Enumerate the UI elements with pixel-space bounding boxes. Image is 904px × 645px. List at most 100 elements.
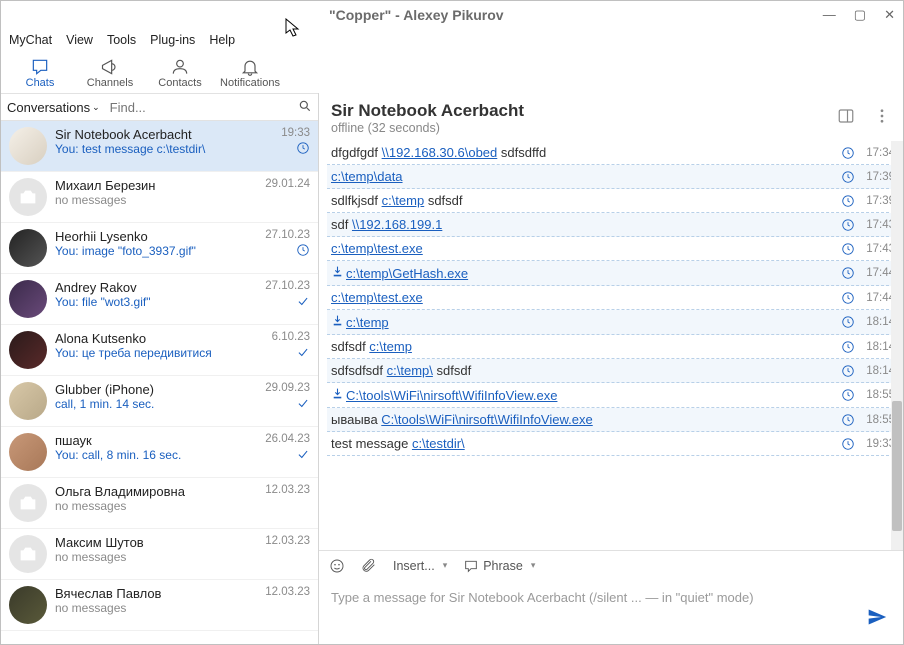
- clock-icon: [841, 388, 855, 402]
- clock-icon: [841, 291, 855, 305]
- check-icon: [296, 447, 310, 466]
- message-area: dfgdfgdf \\192.168.30.6\obed sdfsdffd 17:…: [319, 141, 903, 550]
- maximize-button[interactable]: ▢: [854, 7, 866, 23]
- tab-notifications[interactable]: Notifications: [215, 57, 285, 89]
- message-text-part: sdlfkjsdf: [331, 193, 382, 208]
- menu-help[interactable]: Help: [209, 33, 235, 47]
- message-text: c:\temp\GetHash.exe: [331, 265, 835, 281]
- chat-date: 12.03.23: [265, 535, 310, 547]
- chat-item[interactable]: Максим Шутовno messages12.03.23: [1, 529, 318, 580]
- message-link[interactable]: C:\tools\WiFi\nirsoft\WifiInfoView.exe: [346, 388, 557, 403]
- chat-list: Sir Notebook AcerbachtYou: test message …: [1, 121, 318, 644]
- more-icon[interactable]: [873, 107, 891, 130]
- chat-item[interactable]: Heorhii LysenkoYou: image "foto_3937.gif…: [1, 223, 318, 274]
- tab-channels[interactable]: Channels: [75, 57, 145, 89]
- chat-item[interactable]: Ольга Владимировнаno messages12.03.23: [1, 478, 318, 529]
- message-link[interactable]: c:\temp: [346, 315, 389, 330]
- phrase-label: Phrase: [483, 559, 523, 573]
- avatar: [9, 229, 47, 267]
- tab-chats[interactable]: Chats: [5, 57, 75, 89]
- search-input[interactable]: [110, 100, 298, 115]
- message-row: c:\temp\data17:39: [327, 165, 899, 189]
- conversation-title: Sir Notebook Acerbacht: [331, 101, 837, 121]
- message-link[interactable]: C:\tools\WiFi\nirsoft\WifiInfoView.exe: [381, 412, 592, 427]
- message-link[interactable]: c:\temp\data: [331, 169, 403, 184]
- phrase-button[interactable]: Phrase ▾: [463, 558, 535, 574]
- send-button[interactable]: [867, 607, 887, 632]
- clock-icon: [841, 218, 855, 232]
- chat-item[interactable]: Михаил Березинno messages29.01.24: [1, 172, 318, 223]
- chat-item[interactable]: пшаукYou: call, 8 min. 16 sec. 26.04.23: [1, 427, 318, 478]
- message-link[interactable]: c:\temp: [369, 339, 412, 354]
- compose-input[interactable]: Type a message for Sir Notebook Acerbach…: [319, 580, 903, 644]
- chat-preview: You: call, 8 min. 16 sec.: [55, 448, 257, 462]
- message-link[interactable]: c:\temp\test.exe: [331, 290, 423, 305]
- download-icon[interactable]: [331, 265, 344, 278]
- close-button[interactable]: ✕: [884, 7, 895, 23]
- message-time: 17:39: [861, 195, 895, 207]
- message-link[interactable]: c:\temp\test.exe: [331, 241, 423, 256]
- message-link[interactable]: c:\testdir\: [412, 436, 465, 451]
- chat-date: 26.04.23: [265, 433, 310, 445]
- search-icon[interactable]: [298, 99, 312, 116]
- message-text-part: sdfsdf: [331, 339, 369, 354]
- chat-item[interactable]: Вячеслав Павловno messages12.03.23: [1, 580, 318, 631]
- message-text-part: sdfsdffd: [497, 145, 546, 160]
- chat-preview: You: file "wot3.gif": [55, 295, 257, 309]
- window-title: "Copper" - Alexey Pikurov: [329, 7, 504, 23]
- message-text: C:\tools\WiFi\nirsoft\WifiInfoView.exe: [331, 387, 835, 403]
- avatar: [9, 331, 47, 369]
- compose-placeholder: Type a message for Sir Notebook Acerbach…: [331, 590, 891, 605]
- right-pane: Sir Notebook Acerbacht offline (32 secon…: [319, 93, 903, 644]
- download-icon[interactable]: [331, 387, 344, 400]
- message-link[interactable]: c:\temp: [382, 193, 425, 208]
- chat-date: 12.03.23: [265, 586, 310, 598]
- menu-tools[interactable]: Tools: [107, 33, 136, 47]
- emoji-button[interactable]: [329, 558, 345, 574]
- chat-preview: no messages: [55, 499, 257, 513]
- message-text-part: dfgdfgdf: [331, 145, 382, 160]
- conversation-status: offline (32 seconds): [331, 121, 837, 135]
- chat-item[interactable]: Alona KutsenkoYou: це треба передивитися…: [1, 325, 318, 376]
- message-text-part: sdfsdfsdf: [331, 363, 387, 378]
- message-link[interactable]: c:\temp\GetHash.exe: [346, 266, 468, 281]
- avatar: [9, 484, 47, 522]
- message-text: dfgdfgdf \\192.168.30.6\obed sdfsdffd: [331, 145, 835, 160]
- chat-item[interactable]: Sir Notebook AcerbachtYou: test message …: [1, 121, 318, 172]
- message-row: C:\tools\WiFi\nirsoft\WifiInfoView.exe18…: [327, 383, 899, 408]
- clock-icon: [296, 141, 310, 160]
- message-time: 18:14: [861, 365, 895, 377]
- chat-item[interactable]: Andrey RakovYou: file "wot3.gif"27.10.23: [1, 274, 318, 325]
- tab-contacts[interactable]: Contacts: [145, 57, 215, 89]
- message-text-part: sdf: [331, 217, 352, 232]
- chat-name: пшаук: [55, 433, 257, 448]
- chat-date: 29.09.23: [265, 382, 310, 394]
- chat-name: Alona Kutsenko: [55, 331, 264, 346]
- message-link[interactable]: \\192.168.30.6\obed: [382, 145, 498, 160]
- scrollbar-thumb[interactable]: [892, 401, 902, 531]
- message-row: c:\temp\GetHash.exe17:44: [327, 261, 899, 286]
- message-text: c:\temp\test.exe: [331, 290, 835, 305]
- menu-mychat[interactable]: MyChat: [9, 33, 52, 47]
- message-link[interactable]: c:\temp\: [387, 363, 433, 378]
- chat-preview: no messages: [55, 193, 257, 207]
- message-link[interactable]: \\192.168.199.1: [352, 217, 442, 232]
- message-text: sdf \\192.168.199.1: [331, 217, 835, 232]
- attach-button[interactable]: [361, 558, 377, 574]
- chat-item[interactable]: Glubber (iPhone)call, 1 min. 14 sec.29.0…: [1, 376, 318, 427]
- menu-view[interactable]: View: [66, 33, 93, 47]
- message-time: 19:33: [861, 438, 895, 450]
- scrollbar[interactable]: [891, 141, 903, 550]
- message-time: 17:44: [861, 292, 895, 304]
- clock-icon: [841, 340, 855, 354]
- menu-plug-ins[interactable]: Plug-ins: [150, 33, 195, 47]
- caret-down-icon: ▾: [531, 560, 536, 571]
- insert-button[interactable]: Insert...▾: [393, 559, 447, 573]
- minimize-button[interactable]: —: [823, 7, 836, 23]
- clock-icon: [841, 413, 855, 427]
- panel-toggle-icon[interactable]: [837, 107, 855, 130]
- message-text: c:\temp\data: [331, 169, 835, 184]
- download-icon[interactable]: [331, 314, 344, 327]
- conversations-dropdown[interactable]: Conversations ⌄: [7, 100, 100, 115]
- message-text: sdfsdf c:\temp: [331, 339, 835, 354]
